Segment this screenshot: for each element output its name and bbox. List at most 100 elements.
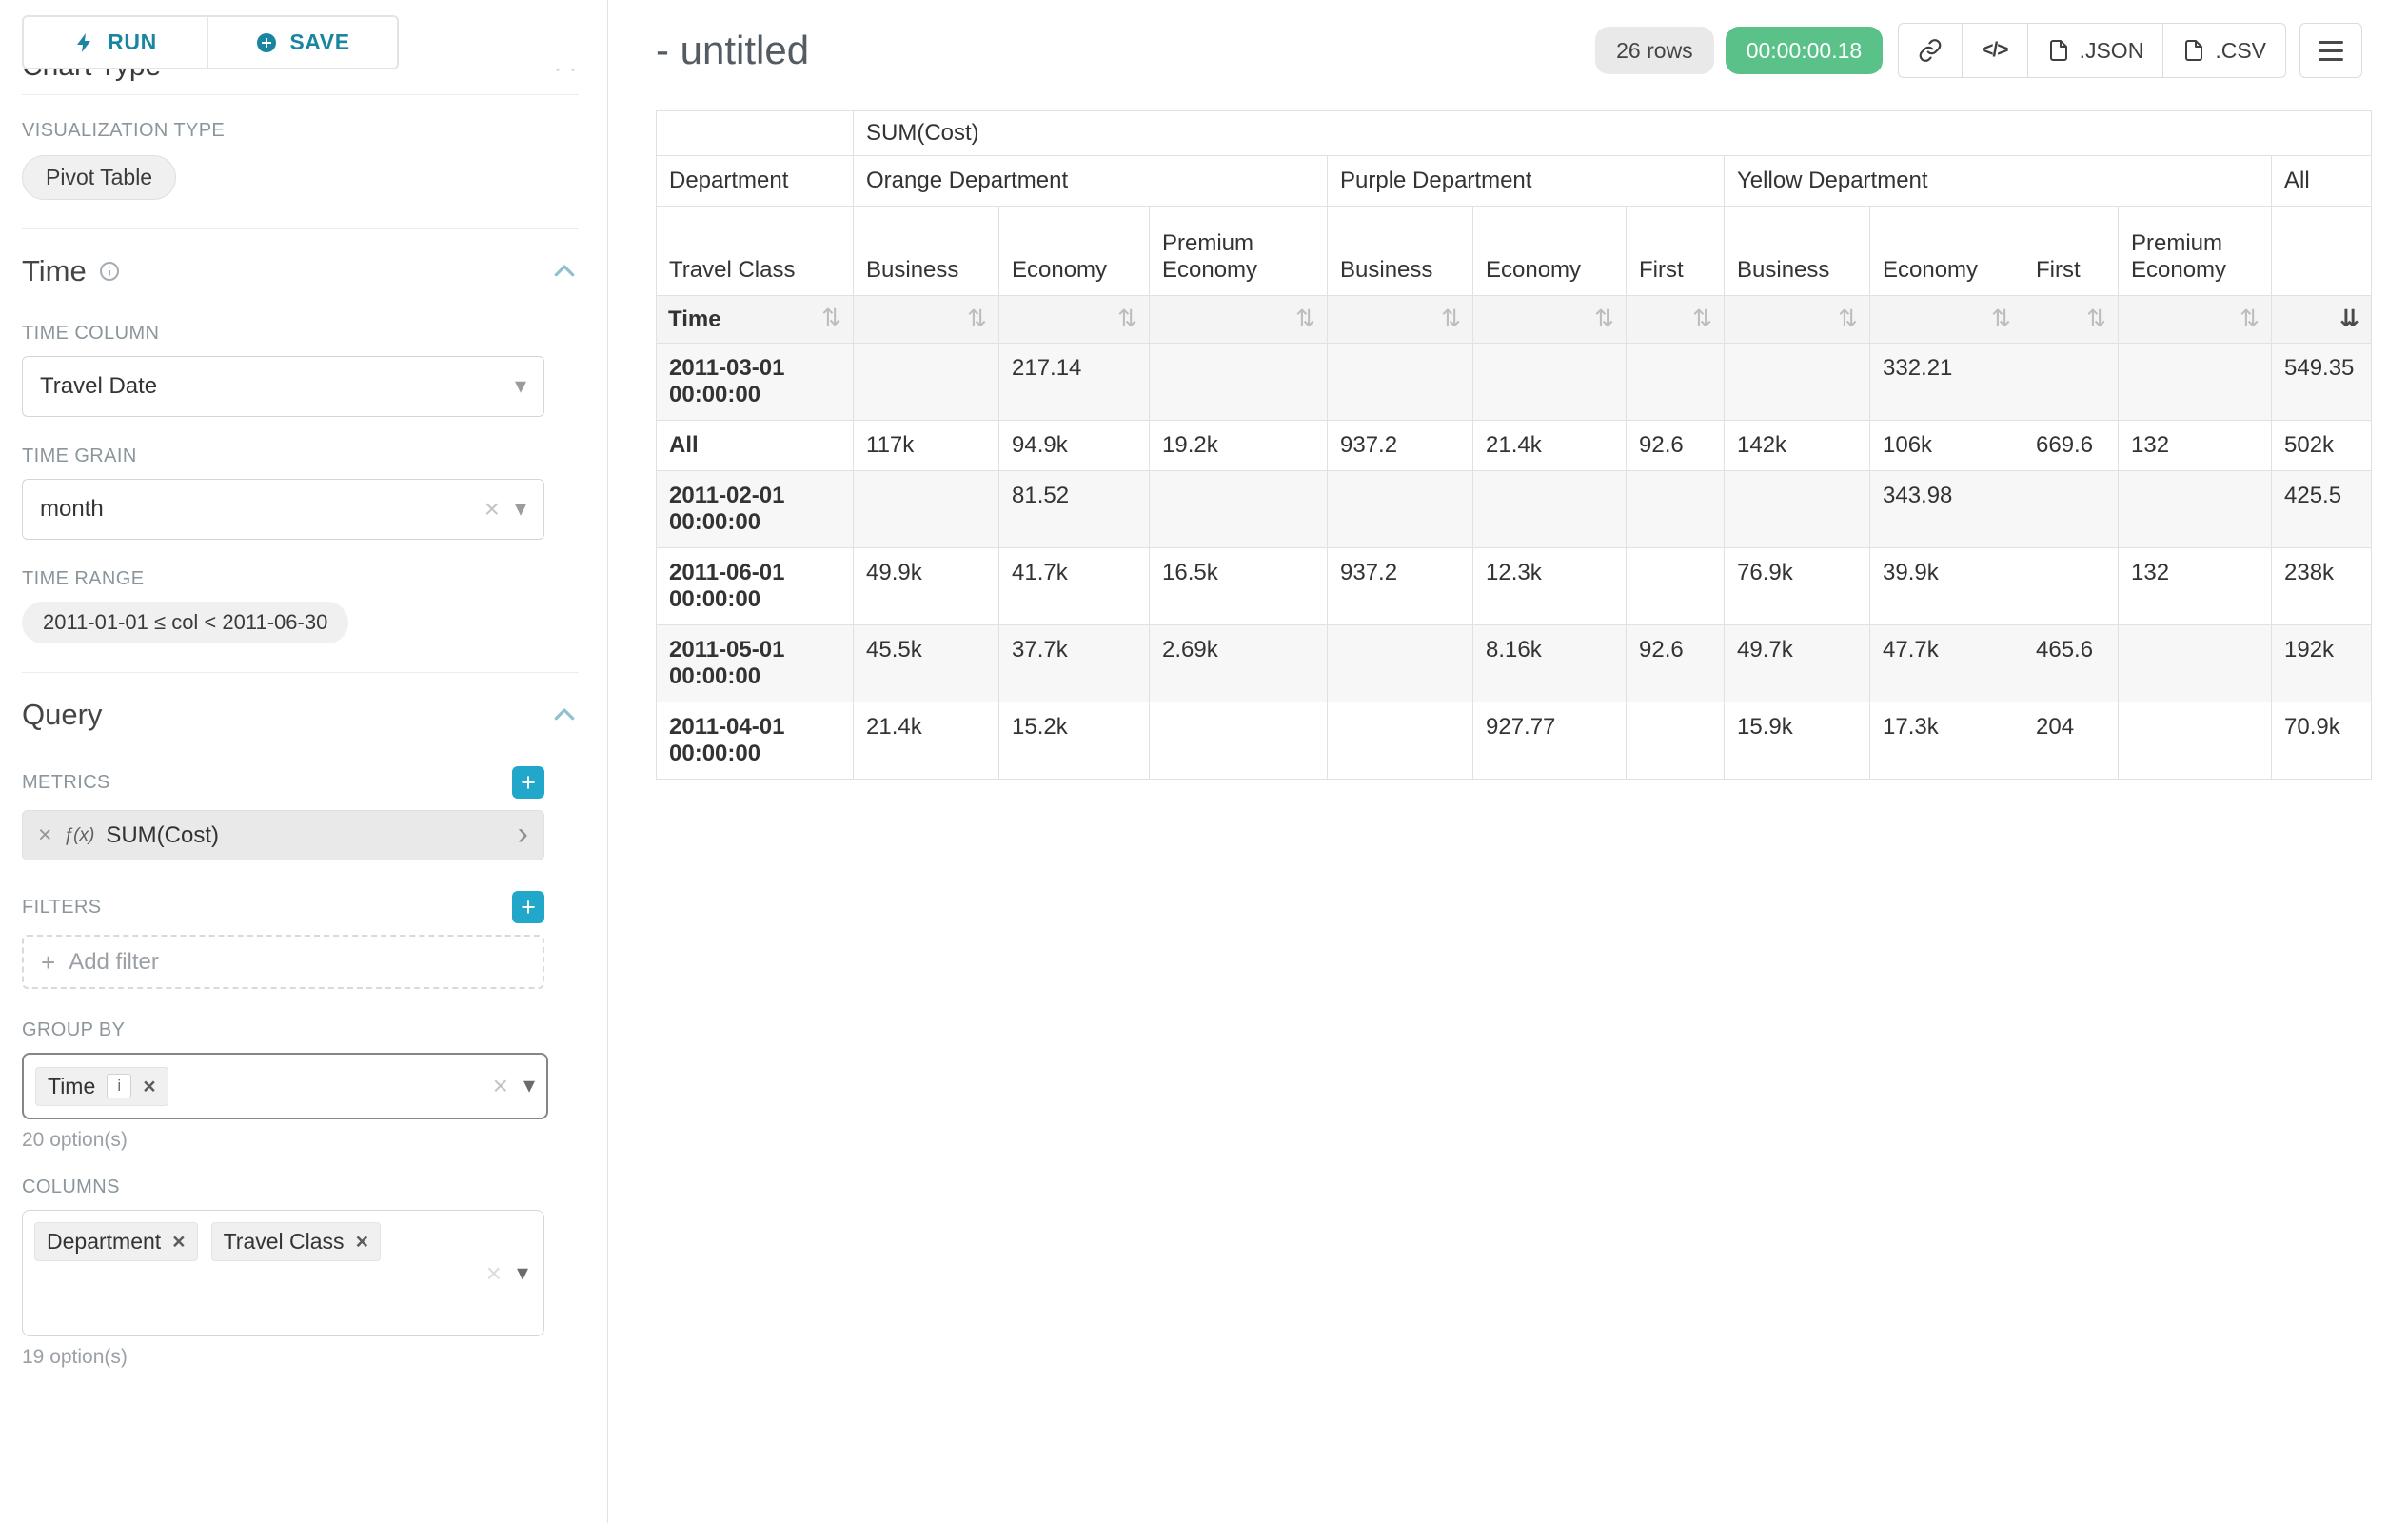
pivot-cell: 502k	[2272, 421, 2372, 471]
time-range-label: TIME RANGE	[22, 568, 579, 590]
copy-link-button[interactable]	[1899, 24, 1962, 77]
pivot-cell: 204	[2023, 702, 2119, 780]
sort-icon[interactable]: ⇅	[821, 307, 841, 330]
visualization-type-value: Pivot Table	[46, 165, 152, 190]
columns-select[interactable]: Department × Travel Class × × ▾	[22, 1210, 544, 1336]
sort-icon[interactable]: ⇅	[1692, 307, 1712, 331]
columns-options-hint: 19 option(s)	[22, 1346, 579, 1369]
info-icon[interactable]	[98, 260, 121, 283]
sort-icon[interactable]: ⇅	[2086, 307, 2106, 331]
pivot-row-header: 2011-06-01 00:00:00	[657, 548, 854, 625]
remove-tag-icon[interactable]: ×	[143, 1076, 155, 1098]
sort-icon[interactable]: ⇅	[2240, 307, 2260, 331]
pivot-cell	[1328, 625, 1473, 702]
more-options-button[interactable]	[2299, 23, 2362, 78]
department-group-header: Yellow Department	[1725, 156, 2272, 207]
sort-icon[interactable]: ⇊	[2339, 307, 2359, 331]
pivot-cell: 15.2k	[999, 702, 1150, 780]
remove-metric-icon[interactable]: ×	[38, 823, 52, 847]
clear-icon[interactable]: ×	[484, 496, 500, 523]
chart-header: - untitled 26 rows 00:00:00.18 </> .JSON	[656, 23, 2408, 78]
pivot-row-header: All	[657, 421, 854, 471]
remove-tag-icon[interactable]: ×	[172, 1231, 185, 1253]
pivot-cell: 106k	[1870, 421, 2023, 471]
corner-cell	[657, 111, 854, 156]
sort-icon[interactable]: ⇅	[1838, 307, 1858, 331]
sort-icon[interactable]: ⇅	[1594, 307, 1614, 331]
add-filter-plus-button[interactable]: +	[512, 891, 544, 923]
metric-name: SUM(Cost)	[106, 822, 505, 849]
pivot-row: 2011-05-01 00:00:0045.5k37.7k2.69k8.16k9…	[657, 625, 2372, 702]
metric-header-row: SUM(Cost)	[657, 111, 2372, 156]
travel-class-header: Economy	[1473, 207, 1627, 296]
group-by-tag-time[interactable]: Time i ×	[35, 1067, 168, 1106]
clear-icon[interactable]: ×	[493, 1073, 508, 1099]
embed-code-button[interactable]: </>	[1962, 24, 2026, 77]
department-dim-header: Department	[657, 156, 854, 207]
pivot-row: 2011-03-01 00:00:00217.14332.21549.35	[657, 344, 2372, 421]
pivot-table-container: SUM(Cost)DepartmentOrange DepartmentPurp…	[656, 110, 2408, 780]
row-count-badge: 26 rows	[1595, 27, 1714, 74]
pivot-cell	[2023, 344, 2119, 421]
info-icon[interactable]: i	[107, 1074, 131, 1098]
pivot-row-header: 2011-04-01 00:00:00	[657, 702, 854, 780]
export-csv-button[interactable]: .CSV	[2162, 24, 2285, 77]
pivot-cell: 669.6	[2023, 421, 2119, 471]
sort-icon[interactable]: ⇅	[1117, 307, 1137, 331]
filters-label-row: FILTERS +	[22, 891, 544, 923]
save-button[interactable]: SAVE	[208, 15, 399, 69]
sort-icon[interactable]: ⇅	[1991, 307, 2011, 331]
pivot-cell: 45.5k	[854, 625, 999, 702]
export-json-button[interactable]: .JSON	[2027, 24, 2163, 77]
pivot-cell: 21.4k	[1473, 421, 1627, 471]
chart-header-controls: 26 rows 00:00:00.18 </> .JSON .	[1595, 23, 2362, 78]
sort-icon[interactable]: ⇅	[967, 307, 987, 331]
travel-class-header: Business	[1725, 207, 1870, 296]
visualization-type-pill[interactable]: Pivot Table	[22, 155, 176, 200]
pivot-row-header: 2011-03-01 00:00:00	[657, 344, 854, 421]
pivot-row-header: 2011-05-01 00:00:00	[657, 625, 854, 702]
collapse-chevron-up-icon[interactable]	[550, 257, 579, 286]
time-column-label: TIME COLUMN	[22, 323, 579, 345]
pivot-cell: 81.52	[999, 471, 1150, 548]
filters-label: FILTERS	[22, 897, 102, 919]
sort-icon[interactable]: ⇅	[1441, 307, 1461, 331]
caret-down-icon: ▾	[515, 498, 526, 521]
group-by-select[interactable]: Time i × × ▾	[22, 1053, 548, 1119]
columns-tag-travel-class[interactable]: Travel Class ×	[211, 1222, 381, 1261]
pivot-cell: 132	[2119, 421, 2272, 471]
pivot-cell: 39.9k	[1870, 548, 2023, 625]
collapse-chevron-up-icon[interactable]	[550, 701, 579, 729]
metric-chip[interactable]: × ƒ(x) SUM(Cost) ›	[22, 810, 544, 860]
travel-class-dim-header: Travel Class	[657, 207, 854, 296]
time-range-pill[interactable]: 2011-01-01 ≤ col < 2011-06-30	[22, 602, 348, 643]
pivot-cell: 70.9k	[2272, 702, 2372, 780]
columns-label: COLUMNS	[22, 1177, 579, 1198]
sort-icon[interactable]: ⇅	[1295, 307, 1315, 331]
add-metric-button[interactable]: +	[512, 766, 544, 799]
time-grain-select[interactable]: month × ▾	[22, 479, 544, 540]
time-grain-value: month	[40, 496, 104, 523]
time-grain-label: TIME GRAIN	[22, 445, 579, 467]
query-timer-badge: 00:00:00.18	[1726, 27, 1884, 74]
travel-class-header: Premium Economy	[1150, 207, 1328, 296]
clear-icon[interactable]: ×	[486, 1260, 502, 1287]
add-filter-button[interactable]: + Add filter	[22, 935, 544, 989]
pivot-cell: 16.5k	[1150, 548, 1328, 625]
columns-tag-department[interactable]: Department ×	[34, 1222, 198, 1261]
remove-tag-icon[interactable]: ×	[356, 1231, 368, 1253]
pivot-cell: 49.9k	[854, 548, 999, 625]
control-panel-sidebar: RUN SAVE Chart Type VISUALIZATION TYPE P…	[0, 0, 608, 1523]
divider	[22, 672, 579, 673]
pivot-cell: 465.6	[2023, 625, 2119, 702]
time-range-value: 2011-01-01 ≤ col < 2011-06-30	[43, 610, 327, 635]
time-column-select[interactable]: Travel Date ▾	[22, 356, 544, 417]
lightning-icon	[73, 31, 96, 54]
pivot-cell: 937.2	[1328, 421, 1473, 471]
pivot-cell: 94.9k	[999, 421, 1150, 471]
pivot-cell: 217.14	[999, 344, 1150, 421]
run-button[interactable]: RUN	[22, 15, 208, 69]
pivot-cell: 142k	[1725, 421, 1870, 471]
group-by-options-hint: 20 option(s)	[22, 1129, 579, 1152]
pivot-cell	[854, 344, 999, 421]
